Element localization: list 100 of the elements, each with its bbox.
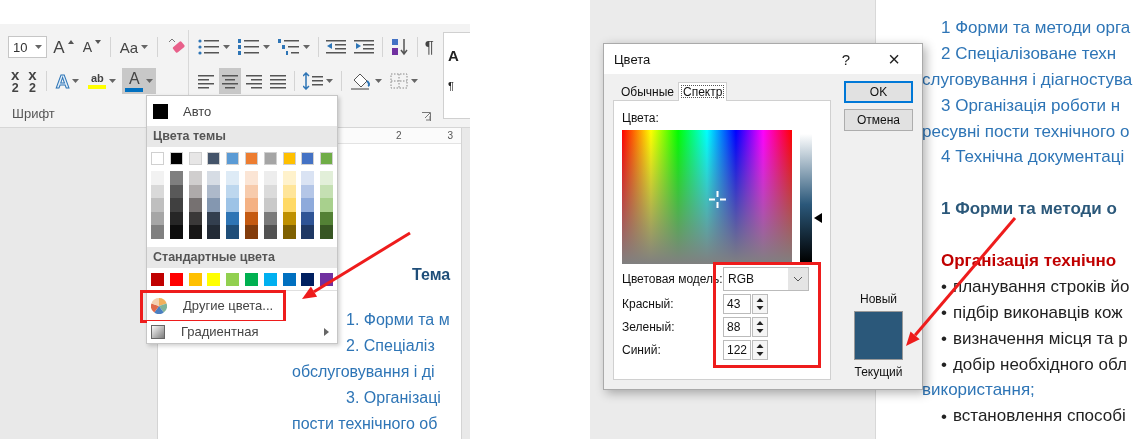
- color-swatch[interactable]: [245, 198, 258, 212]
- color-swatch[interactable]: [282, 225, 296, 239]
- color-swatch[interactable]: [188, 225, 202, 239]
- color-swatch[interactable]: [169, 225, 183, 239]
- color-swatch[interactable]: [282, 152, 296, 165]
- color-swatch[interactable]: [320, 171, 334, 185]
- tab[interactable]: Обычные: [617, 84, 678, 100]
- color-swatch[interactable]: [188, 198, 202, 212]
- color-swatch[interactable]: [245, 171, 258, 185]
- grow-font-button[interactable]: A: [50, 34, 77, 60]
- styles-gallery[interactable]: А ¶: [443, 32, 470, 119]
- color-swatch[interactable]: [263, 152, 277, 165]
- help-button[interactable]: ?: [826, 45, 866, 73]
- caret-icon: [303, 45, 310, 49]
- color-swatch[interactable]: [282, 198, 296, 212]
- color-swatch[interactable]: [151, 272, 164, 286]
- color-swatch[interactable]: [320, 225, 334, 239]
- multilevel-list-icon: [278, 39, 300, 55]
- color-swatch[interactable]: [263, 171, 277, 185]
- align-center-icon: [222, 73, 238, 89]
- color-swatch[interactable]: [188, 272, 202, 286]
- number-field[interactable]: 43: [723, 294, 751, 314]
- color-swatch[interactable]: [207, 225, 221, 239]
- color-swatch[interactable]: [320, 152, 334, 165]
- color-swatch[interactable]: [207, 272, 221, 286]
- document-text: 3 Організація роботи н: [941, 94, 1121, 117]
- document-text: визначення місця та р: [952, 327, 1128, 350]
- caret-icon: [263, 45, 270, 49]
- bullet-mark: •: [941, 278, 947, 296]
- color-swatch[interactable]: [226, 198, 240, 212]
- color-swatch[interactable]: [245, 272, 258, 286]
- number-field[interactable]: 122: [723, 340, 751, 360]
- color-swatch[interactable]: [245, 152, 258, 165]
- color-swatch[interactable]: [169, 152, 183, 165]
- automatic-color-item[interactable]: Авто: [147, 96, 337, 126]
- color-swatch[interactable]: [301, 225, 315, 239]
- color-swatch[interactable]: [245, 225, 258, 239]
- color-swatch[interactable]: [320, 198, 334, 212]
- spin-button[interactable]: [752, 317, 768, 337]
- color-swatch[interactable]: [301, 272, 315, 286]
- preview-label: Текущий: [854, 365, 903, 379]
- color-swatch[interactable]: [151, 198, 164, 212]
- close-button[interactable]: ×: [866, 45, 922, 73]
- document-heading: 1 Форми та методи о: [941, 198, 1117, 221]
- style-preview: А: [448, 47, 460, 64]
- color-swatch[interactable]: [151, 171, 164, 185]
- document-text: добір необхідного обл: [952, 353, 1127, 376]
- ok-button[interactable]: OK: [844, 81, 913, 103]
- color-swatch[interactable]: [301, 198, 315, 212]
- color-swatch[interactable]: [207, 152, 221, 165]
- color-swatch[interactable]: [226, 152, 240, 165]
- font-color-button[interactable]: A: [122, 68, 157, 94]
- show-marks-button[interactable]: ¶: [421, 34, 437, 60]
- color-swatch[interactable]: [226, 272, 240, 286]
- tab[interactable]: Спектр: [678, 82, 728, 101]
- color-swatch[interactable]: [188, 171, 202, 185]
- color-swatch[interactable]: [207, 171, 221, 185]
- change-case-button[interactable]: Aa: [116, 34, 152, 60]
- color-model-select[interactable]: RGB: [723, 267, 809, 291]
- spectrum-picker[interactable]: [622, 130, 792, 264]
- document-text: використання;: [922, 379, 1035, 402]
- cancel-button[interactable]: Отмена: [844, 109, 913, 131]
- document-text: підбір виконавців кож: [952, 301, 1123, 324]
- shrink-font-button[interactable]: A: [79, 34, 104, 60]
- document-text: 2 Спеціалізоване техн: [941, 42, 1117, 65]
- color-swatch[interactable]: [188, 152, 202, 165]
- color-swatch[interactable]: [282, 171, 296, 185]
- up-triangle-icon: [67, 40, 74, 44]
- color-swatch[interactable]: [169, 198, 183, 212]
- font-size-field[interactable]: 10: [8, 36, 48, 58]
- crosshair-icon: [709, 191, 726, 208]
- color-swatch[interactable]: [263, 225, 277, 239]
- color-swatch[interactable]: [151, 225, 164, 239]
- color-swatch[interactable]: [282, 272, 296, 286]
- luminance-slider[interactable]: [800, 134, 822, 262]
- color-swatch[interactable]: [301, 171, 315, 185]
- decrease-indent-icon: [326, 39, 347, 55]
- number-field[interactable]: 88: [723, 317, 751, 337]
- color-swatch[interactable]: [263, 272, 277, 286]
- color-swatch[interactable]: [263, 198, 277, 212]
- document-text: пости технічного об: [292, 414, 438, 434]
- color-swatch[interactable]: [226, 171, 240, 185]
- field-label: Цвета:: [622, 111, 660, 125]
- paint-bucket-icon: [350, 72, 372, 90]
- color-swatch[interactable]: [301, 152, 315, 165]
- section-heading: Стандартные цвета: [147, 246, 337, 268]
- menu-item[interactable]: Градиентная: [147, 320, 337, 343]
- color-swatch[interactable]: [207, 198, 221, 212]
- highlight-button[interactable]: ab: [85, 68, 120, 94]
- justify-icon: [270, 73, 286, 89]
- dialog-launcher-icon[interactable]: [422, 112, 431, 121]
- spin-button[interactable]: [752, 340, 768, 360]
- spin-button[interactable]: [752, 294, 768, 314]
- color-swatch[interactable]: [169, 171, 183, 185]
- color-swatch[interactable]: [151, 152, 164, 165]
- color-swatch[interactable]: [226, 225, 240, 239]
- align-button[interactable]: [219, 68, 241, 94]
- color-swatch[interactable]: [169, 272, 183, 286]
- bullet-mark: •: [941, 304, 947, 322]
- slider-pointer-icon[interactable]: [814, 213, 822, 224]
